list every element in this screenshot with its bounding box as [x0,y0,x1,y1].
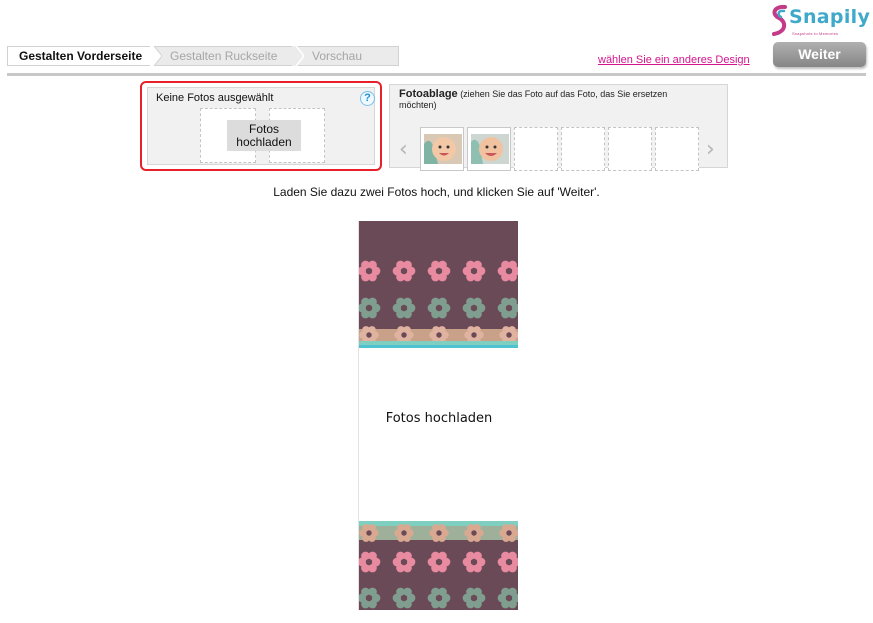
baby-photo-icon [424,134,462,164]
snapily-s-icon [772,4,787,36]
instructions-text: Laden Sie dazu zwei Fotos hoch, und klic… [273,185,600,199]
header-divider [7,73,866,76]
help-icon[interactable]: ? [360,91,375,106]
next-button[interactable]: Weiter [773,42,866,67]
tray-thumbnail[interactable] [467,127,511,171]
photo-selection-highlight: Keine Fotos ausgewählt ? Fotos hochladen [140,81,382,171]
tray-thumbnail-empty[interactable] [561,127,605,171]
brand-tagline: Snapshots to Memories [792,31,839,36]
step-progress-bar: Gestalten Vorderseite Gestalten Ruckseit… [7,46,399,66]
chevron-left-icon[interactable]: ‹ [399,137,408,162]
tray-thumbnail[interactable] [420,127,464,171]
step-chevron-icon [150,46,162,66]
photo-tray: Fotoablage (ziehen Sie das Foto auf das … [389,84,728,171]
selection-status: Keine Fotos ausgewählt [156,92,274,104]
tray-heading: Fotoablage (ziehen Sie das Foto auf das … [399,89,689,111]
tray-thumbnail-empty[interactable] [655,127,699,171]
tray-thumbnail-empty[interactable] [514,127,558,171]
step-chevron-icon [292,46,304,66]
photo-selection-panel: Keine Fotos ausgewählt ? Fotos hochladen [147,87,375,165]
upload-photos-button[interactable]: Fotos hochladen [227,120,301,151]
flower-pattern-top [359,221,518,348]
baby-photo-icon [471,134,509,164]
card-photo-placeholder[interactable]: Fotos hochladen [359,411,518,426]
choose-other-design-link[interactable]: wählen Sie ein anderes Design [598,54,750,66]
snapily-logo: Snapily Snapshots to Memories [770,4,870,38]
card-preview[interactable]: Fotos hochladen [358,221,518,610]
brand-name: Snapily [789,6,871,28]
step-front-design[interactable]: Gestalten Vorderseite [8,47,150,65]
tray-title: Fotoablage [399,88,458,100]
step-back-design[interactable]: Gestalten Ruckseite [170,47,277,65]
chevron-right-icon[interactable]: › [706,137,715,162]
step-preview[interactable]: Vorschau [312,47,362,65]
tray-thumbnail-empty[interactable] [608,127,652,171]
flower-pattern-bottom [359,521,518,610]
